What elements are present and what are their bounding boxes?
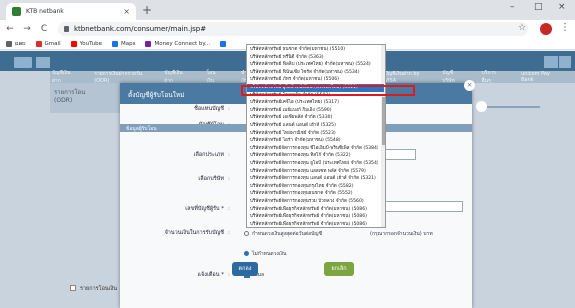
bookmark-item[interactable]: YouTube	[70, 40, 102, 47]
dropdown-option[interactable]: บริษัทหลักทรัพย์ ไอร่า จำกัด(มหาชน) (554…	[250, 137, 378, 145]
dropdown-option[interactable]: บริษัทหลักทรัพย์ ภัทร จำกัด(มหาชน) (5506…	[250, 76, 378, 84]
radio-set-limit-label: กำหนดวงเงินสูงสุดต่อวันต่อบัญชี	[252, 231, 322, 237]
dropdown-option[interactable]: บริษัทหลักทรัพย์ ฟินันเซีย ไซรัส จำกัด(ม…	[250, 69, 378, 77]
colon: :	[228, 230, 230, 236]
maximize-button[interactable]: □	[534, 2, 543, 12]
dropdown-option[interactable]: บริษัทหลักทรัพย์ แลนด์ แอนด์ เฮ้าส์ (532…	[250, 122, 378, 130]
tab-strip: KTB netbank × + – □ ×	[0, 0, 575, 20]
label-select-company: เลือกบริษัท	[198, 176, 224, 182]
bookmark-label: Maps	[120, 40, 136, 47]
selection-highlight-box	[241, 85, 415, 96]
bookmark-label: ແອບ	[15, 40, 26, 47]
radio-no-limit-label: ไม่กำหนดวงเงิน	[252, 251, 287, 257]
colon: :	[228, 152, 230, 158]
bookmark-icon	[220, 40, 227, 47]
dropdown-option[interactable]: บริษัทหลักทรัพย์จัดการกองทุน ซีไอเอ็มบี-…	[250, 145, 378, 153]
dropdown-option[interactable]: บริษัทหลักทรัพย์เพื่อธุรกิจหลักทรัพย์ จำ…	[250, 206, 378, 214]
bookmark-icon	[111, 40, 118, 47]
dropdown-scroll-thumb[interactable]	[382, 97, 385, 145]
radio-set-limit[interactable]	[244, 231, 249, 236]
label-notify: แจ้งเตือน *	[197, 272, 224, 278]
colon: :	[228, 176, 230, 182]
dropdown-option[interactable]: บริษัทหลักทรัพย์เพื่อธุรกิจหลักทรัพย์ จำ…	[250, 213, 378, 221]
left-panel-sublabel: (ODR)	[54, 97, 73, 104]
reload-button[interactable]: C	[37, 24, 51, 34]
dropdown-option[interactable]: บริษัทหลักทรัพย์จัดการกองทุน ยูโอบี (ประ…	[250, 160, 378, 168]
dropdown-option[interactable]: บริษัทหลักทรัพย์ เอเซียพลัส จำกัด (5330)	[250, 114, 378, 122]
dropdown-option[interactable]: บริษัทหลักทรัพย์ ธนชาต จำกัด(มหาชน) (551…	[250, 46, 378, 54]
bookmark-label: Gmail	[44, 40, 61, 47]
browser-menu-icon[interactable]: ⋮	[560, 22, 570, 33]
confirm-button[interactable]: ตกลง	[232, 262, 258, 276]
home-icon[interactable]	[36, 57, 50, 68]
bookmark-item[interactable]: Money Connect by...	[145, 40, 211, 47]
bank-nav-item[interactable]: บัญชีเงินฝาก by VISA	[385, 70, 421, 84]
favicon-icon	[12, 7, 21, 16]
bookmark-star-icon[interactable]: ☆	[518, 23, 526, 33]
dropdown-option[interactable]: บริษัทหลักทรัพย์จัดการกองทุน ทิสโก้ จำกั…	[250, 152, 378, 160]
slider-handle[interactable]	[476, 101, 487, 112]
label-account-nickname: ชื่อแทนบัญชี	[194, 106, 224, 112]
dropdown-option[interactable]: บริษัทหลักทรัพย์ ฟิลลิป (ประเทศไทย) จำกั…	[250, 61, 378, 69]
bookmark-item[interactable]: Maps	[111, 40, 136, 47]
cancel-button[interactable]: ยกเลิก	[324, 262, 354, 276]
url-text: ktbnetbank.com/consumer/main.jsp#	[74, 25, 207, 33]
left-panel-label: รายการโอน	[54, 89, 86, 96]
bookmark-icon	[6, 40, 12, 47]
tab-close-icon[interactable]: ×	[123, 7, 130, 16]
bank-nav-item[interactable]: unicom Pay Bank	[521, 71, 553, 83]
dropdown-option[interactable]: บริษัทหลักทรัพย์จัดการกองทุนธนชาต จำกัด …	[250, 190, 378, 198]
slider-track[interactable]	[480, 106, 540, 108]
window-close-button[interactable]: ×	[558, 2, 566, 12]
section-title: ข้อมูลผู้รับโอน	[126, 126, 157, 132]
bank-nav-item[interactable]: รายการเงินฝากรายวัน (ODR)	[94, 70, 142, 84]
colon: :	[228, 272, 230, 278]
new-tab-button[interactable]: +	[142, 3, 152, 17]
profile-avatar[interactable]	[540, 23, 552, 35]
address-bar[interactable]: ktbnetbank.com/consumer/main.jsp#	[58, 22, 528, 36]
dropdown-option[interactable]: บริษัทหลักทรัพย์เคจีไอ (ประเทศไทย) (5317…	[250, 99, 378, 107]
browser-tab[interactable]: KTB netbank ×	[6, 3, 136, 20]
tab-title: KTB netbank	[26, 8, 64, 15]
label-limit: จำนวนเงินในการรับบัญชี	[164, 230, 224, 236]
modal-close-button[interactable]: ×	[464, 80, 475, 91]
bookmark-icon	[70, 40, 77, 47]
forward-button[interactable]: →	[20, 24, 34, 34]
lock-icon	[64, 26, 69, 32]
bank-nav-item[interactable]: บริการอื่นๆ	[482, 69, 499, 85]
dropdown-option[interactable]: บริษัทหลักทรัพย์ เมย์แบงก์ กิมเอ็ง (5590…	[250, 107, 378, 115]
dropdown-option[interactable]: บริษัทหลักทรัพย์เพื่อธุรกิจหลักทรัพย์ จำ…	[250, 221, 378, 227]
colon: :	[228, 206, 230, 212]
dropdown-option[interactable]: บริษัทหลักทรัพย์จัดการกองทุนกรุงไทย จำกั…	[250, 183, 378, 191]
minimize-button[interactable]: –	[510, 2, 515, 12]
logout-icon[interactable]	[559, 56, 571, 68]
radio-set-limit-suffix: (กรุณากรอกจำนวนเงิน) บาท	[370, 231, 433, 237]
company-dropdown-list[interactable]: บริษัทหลักทรัพย์ ธนชาต จำกัด(มหาชน) (551…	[246, 44, 386, 228]
bookmark-icon	[35, 40, 42, 47]
bottom-checkbox[interactable]	[70, 285, 76, 291]
row-notify: แจ้งเตือน * :	[120, 265, 472, 285]
dropdown-option[interactable]: บริษัทหลักทรัพย์จัดการกองทุน แอสเซท พลัส…	[250, 168, 378, 176]
back-button[interactable]: ←	[3, 24, 17, 34]
dropdown-option[interactable]: บริษัทหลักทรัพย์ ไทยพาณิชย์ จำกัด (5523)	[250, 130, 378, 138]
label-account-number: เลขที่บัญชีผู้รับ *	[185, 206, 224, 212]
colon: :	[228, 106, 230, 112]
radio-no-limit[interactable]	[244, 251, 249, 256]
bookmark-item[interactable]: Gmail	[35, 40, 61, 47]
bookmark-item[interactable]: ແອບ	[6, 40, 26, 47]
bottom-label: รายการโอนเงิน	[80, 286, 117, 292]
left-panel: รายการโอน (ODR)	[50, 83, 120, 113]
dropdown-option[interactable]: บริษัทหลักทรัพย์จัดการกองทุนรวม บัวหลวง …	[250, 198, 378, 206]
dropdown-option[interactable]: บริษัทหลักทรัพย์ ทรีนิตี้ จำกัด (5363)	[250, 54, 378, 62]
dropdown-option[interactable]: บริษัทหลักทรัพย์จัดการกองทุน แลนด์ แอนด์…	[250, 175, 378, 183]
browser-toolbar: ← → C ktbnetbank.com/consumer/main.jsp# …	[0, 20, 575, 38]
bookmark-item[interactable]	[220, 40, 229, 47]
menu-icon[interactable]	[14, 57, 32, 68]
bookmark-label: Money Connect by...	[154, 40, 211, 47]
label-select-type: เลือกประเภท	[193, 152, 224, 158]
notification-icon[interactable]	[544, 56, 558, 68]
bookmark-label: YouTube	[79, 40, 102, 47]
bookmark-icon	[145, 40, 152, 47]
